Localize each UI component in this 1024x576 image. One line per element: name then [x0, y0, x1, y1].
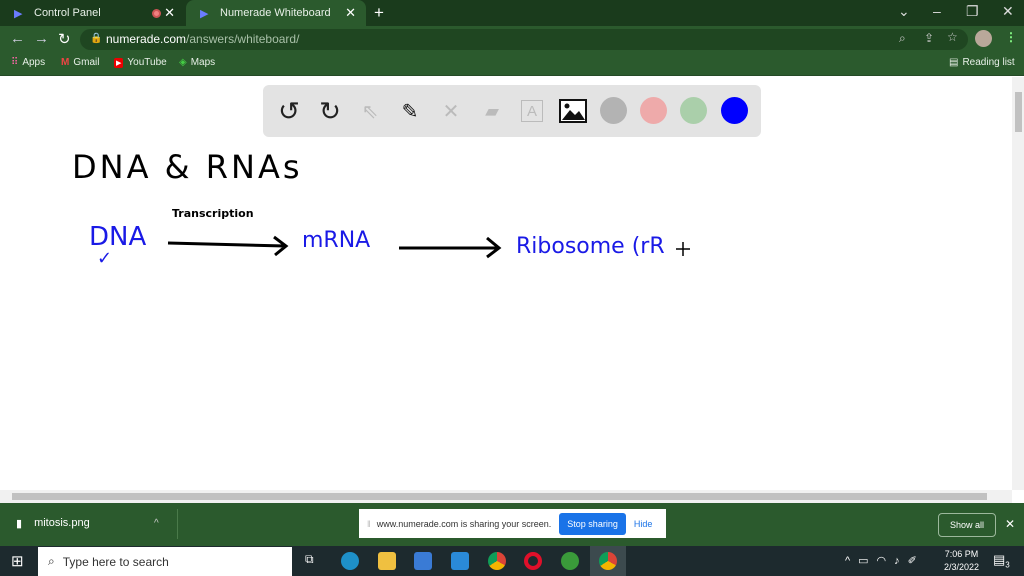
search-icon: ⌕: [48, 554, 55, 568]
screen-share-banner: ‖ www.numerade.com is sharing your screen…: [359, 509, 666, 538]
clock-date: 2/3/2022: [944, 562, 980, 572]
active-chrome-taskbar-button[interactable]: [590, 546, 626, 576]
edge-icon[interactable]: [341, 552, 359, 570]
arrow-dna-mrna: [167, 235, 289, 257]
crosshair-cursor: [676, 242, 690, 256]
taskbar-search[interactable]: ⌕ Type here to search: [38, 547, 292, 576]
windows-start-icon[interactable]: ⊞: [11, 552, 24, 570]
file-explorer-icon[interactable]: [378, 552, 396, 570]
notification-count: 3: [1005, 560, 1010, 570]
notifications-icon[interactable]: ▤3: [993, 552, 1010, 570]
sharing-message: www.numerade.com is sharing your screen.: [376, 518, 552, 529]
vertical-scrollbar[interactable]: [1012, 77, 1024, 490]
chrome-icon[interactable]: [488, 552, 506, 570]
horizontal-scroll-thumb[interactable]: [12, 493, 987, 500]
opera-icon[interactable]: [524, 552, 542, 570]
drag-handle-icon[interactable]: ‖: [367, 519, 371, 529]
stop-sharing-button[interactable]: Stop sharing: [559, 512, 626, 535]
search-placeholder: Type here to search: [62, 554, 169, 569]
system-tray-icons[interactable]: ^▭◠♪✐: [845, 554, 925, 567]
hide-button[interactable]: Hide: [634, 519, 653, 529]
divider: [177, 509, 178, 539]
clock-time: 7:06 PM: [944, 549, 979, 559]
close-download-bar-icon[interactable]: ✕: [1005, 517, 1015, 531]
show-all-button[interactable]: Show all: [938, 513, 996, 537]
mail-icon[interactable]: [451, 552, 469, 570]
download-item[interactable]: ▮ mitosis.png: [16, 517, 90, 530]
file-icon: ▮: [16, 518, 23, 530]
vertical-scroll-thumb[interactable]: [1015, 92, 1022, 132]
task-view-icon[interactable]: ⧉: [305, 552, 314, 567]
app-icon[interactable]: [561, 552, 579, 570]
arrow-mrna-ribosome: [399, 236, 502, 259]
arrows-layer: [167, 235, 690, 259]
download-filename: mitosis.png: [34, 517, 90, 529]
store-icon[interactable]: [414, 552, 432, 570]
clock[interactable]: 7:06 PM 2/3/2022: [944, 548, 979, 574]
chevron-up-icon[interactable]: ^: [154, 518, 159, 529]
chrome-icon: [599, 552, 617, 570]
